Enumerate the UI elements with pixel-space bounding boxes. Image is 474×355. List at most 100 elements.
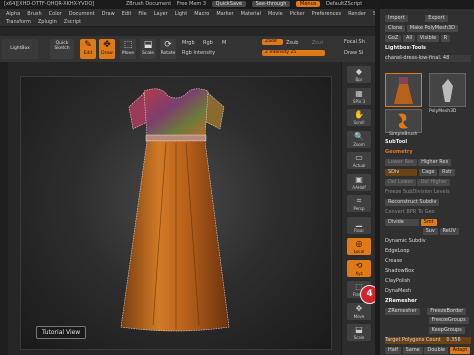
document-canvas[interactable] [20, 76, 332, 350]
menu-render[interactable]: Render [348, 11, 366, 17]
menu-zplugin[interactable]: Zplugin [38, 19, 57, 25]
shelf-move-button[interactable]: ✥ Move [347, 302, 371, 320]
export-button[interactable]: Export [425, 15, 448, 22]
import-button[interactable]: Import [385, 15, 408, 22]
clone-button[interactable]: Clone [385, 25, 406, 32]
menu-color[interactable]: Color [49, 11, 62, 17]
menu-layer[interactable]: Layer [154, 11, 168, 17]
menu-document[interactable]: Document [69, 11, 95, 17]
quicksave-button[interactable]: QuickSave [211, 1, 247, 7]
focal-shift-slider[interactable]: Focal Sh [344, 39, 365, 45]
menu-preferences[interactable]: Preferences [312, 11, 341, 17]
scale-button[interactable]: ⬓ Scale [140, 39, 156, 59]
suv-toggle[interactable]: Suv [422, 228, 438, 235]
cage-button[interactable]: Cage [418, 169, 438, 176]
lightbox-button[interactable]: LightBox [2, 39, 38, 59]
higher-res-button[interactable]: Higher Res [418, 159, 452, 166]
shelf-actual-button[interactable]: ▭ Actual [347, 152, 371, 169]
shelf-persp-button[interactable]: ⌗ Persp [347, 195, 371, 212]
draw-size-slider[interactable]: Draw Si [344, 50, 363, 56]
menu-draw[interactable]: Draw [102, 11, 115, 17]
lower-res-button[interactable]: Lower Res [385, 159, 417, 166]
see-through-slider[interactable]: See-through [251, 1, 291, 7]
menus-button[interactable]: Menus [296, 1, 321, 7]
menu-alpha[interactable]: Alpha [6, 11, 20, 17]
freezegroups-button[interactable]: FreezeGroups [428, 317, 469, 324]
menu-material[interactable]: Material [241, 11, 261, 17]
convert-bpr-button[interactable]: Convert BPR To Geo [385, 209, 471, 216]
menu-marker[interactable]: Marker [216, 11, 233, 17]
edgeloop-button[interactable]: EdgeLoop [385, 248, 471, 255]
edit-button[interactable]: ✎ Edit [80, 39, 96, 59]
double-button[interactable]: Double [424, 347, 449, 354]
claypolish-button[interactable]: ClayPolish [385, 278, 471, 285]
lightbox-tools-link[interactable]: Lightbox›Tools [385, 45, 471, 52]
shelf-local-button[interactable]: ◎ Local [347, 238, 371, 255]
zadd-toggle[interactable]: Zadd [262, 39, 283, 45]
menu-picker[interactable]: Picker [290, 11, 305, 17]
rgb-toggle[interactable]: Rgb [203, 40, 213, 46]
divide-button[interactable]: Divide [385, 219, 419, 226]
reuv-toggle[interactable]: ReUV [439, 228, 459, 235]
dynamic-subdiv-button[interactable]: Dynamic Subdiv [385, 238, 471, 245]
shelf-aahalf-button[interactable]: ▣ AAHalf [347, 173, 371, 191]
keepgroups-button[interactable]: KeepGroups [428, 327, 465, 334]
rstr-button[interactable]: Rstr [439, 169, 456, 176]
all-button[interactable]: All [402, 35, 416, 42]
shelf-scroll-button[interactable]: ✋ Scroll [347, 109, 371, 126]
goz-button[interactable]: GoZ [385, 35, 402, 42]
del-higher-button[interactable]: Del Higher [417, 179, 451, 186]
menu-file[interactable]: File [138, 11, 146, 17]
dress-thumbnail[interactable] [385, 73, 422, 107]
shelf-scale-button[interactable]: ⬓ Scale [347, 324, 371, 341]
default-zscript-button[interactable]: DefaultZScript [326, 1, 362, 7]
simplebrush-thumbnail[interactable] [385, 109, 422, 133]
zremesher-header[interactable]: ZRemesher [385, 298, 471, 305]
menu-edit[interactable]: Edit [122, 11, 132, 17]
menu-zscript[interactable]: Zscript [64, 19, 81, 25]
shelf-spix-3-button[interactable]: ▦ SPix 3 [347, 87, 371, 105]
current-tool-name[interactable]: chanel-dress-low-final. 48 [385, 55, 471, 62]
shelf-xyz-button[interactable]: ⟲ Xyz [347, 259, 371, 277]
del-lower-button[interactable]: Del Lower [385, 179, 416, 186]
target-polygons-slider[interactable]: Target Polygons Count 0.356 [385, 337, 471, 344]
crease-button[interactable]: Crease [385, 258, 471, 265]
zcut-toggle[interactable]: Zcut [312, 40, 323, 46]
freezeborder-button[interactable]: FreezeBorder [427, 308, 467, 315]
draw-button[interactable]: ✥ Draw [99, 39, 115, 59]
mrgb-toggle[interactable]: Mrgb [182, 40, 195, 46]
quick-sketch-label: Quick Sketch [54, 41, 70, 51]
r-button[interactable]: R [440, 35, 451, 42]
rgb-intensity-slider[interactable]: Rgb Intensity [182, 50, 215, 56]
zsub-toggle[interactable]: Zsub [286, 40, 298, 46]
menu-transform[interactable]: Transform [6, 19, 31, 25]
subtool-header[interactable]: SubTool [385, 139, 471, 146]
visible-button[interactable]: Visible [416, 35, 440, 42]
shadowbox-button[interactable]: ShadowBox [385, 268, 471, 275]
shelf-floor-button[interactable]: ▁ Floor [347, 216, 371, 234]
geometry-header[interactable]: Geometry [385, 149, 471, 156]
sdiv-slider[interactable]: SDiv [385, 169, 417, 176]
z-intensity-slider[interactable]: Z Intensity 25 [262, 50, 325, 56]
quick-sketch-button[interactable]: Quick Sketch [50, 39, 74, 59]
rotate-button[interactable]: ⟳ Rotate [160, 39, 176, 59]
menu-macro[interactable]: Macro [194, 11, 209, 17]
zremesher-button[interactable]: ZRemesher [385, 308, 420, 315]
freezegroups-row: FreezeGroups [385, 317, 471, 324]
half-button[interactable]: Half [385, 347, 401, 354]
make-polymesh-button[interactable]: Make PolyMesh3D [406, 25, 458, 32]
adapt-toggle[interactable]: Adapt [449, 347, 471, 354]
dynamesh-button[interactable]: DynaMesh [385, 288, 471, 295]
shelf-bpr-button[interactable]: ◆ Bpr [347, 66, 371, 83]
reconstruct-subdiv-button[interactable]: Reconstruct Subdiv [385, 199, 471, 206]
move-button[interactable]: ⬚ Move [120, 39, 136, 59]
polymesh-thumbnail[interactable] [429, 73, 466, 107]
menu-brush[interactable]: Brush [27, 11, 41, 17]
freeze-subdiv-button[interactable]: Freeze SubDivision Levels [385, 189, 471, 196]
smt-toggle[interactable]: Smt [420, 219, 437, 226]
menu-light[interactable]: Light [175, 11, 187, 17]
same-button[interactable]: Same [402, 347, 423, 354]
shelf-zoom-button[interactable]: 🔍 Zoom [347, 130, 371, 148]
m-toggle[interactable]: M [222, 40, 226, 46]
menu-movie[interactable]: Movie [268, 11, 283, 17]
